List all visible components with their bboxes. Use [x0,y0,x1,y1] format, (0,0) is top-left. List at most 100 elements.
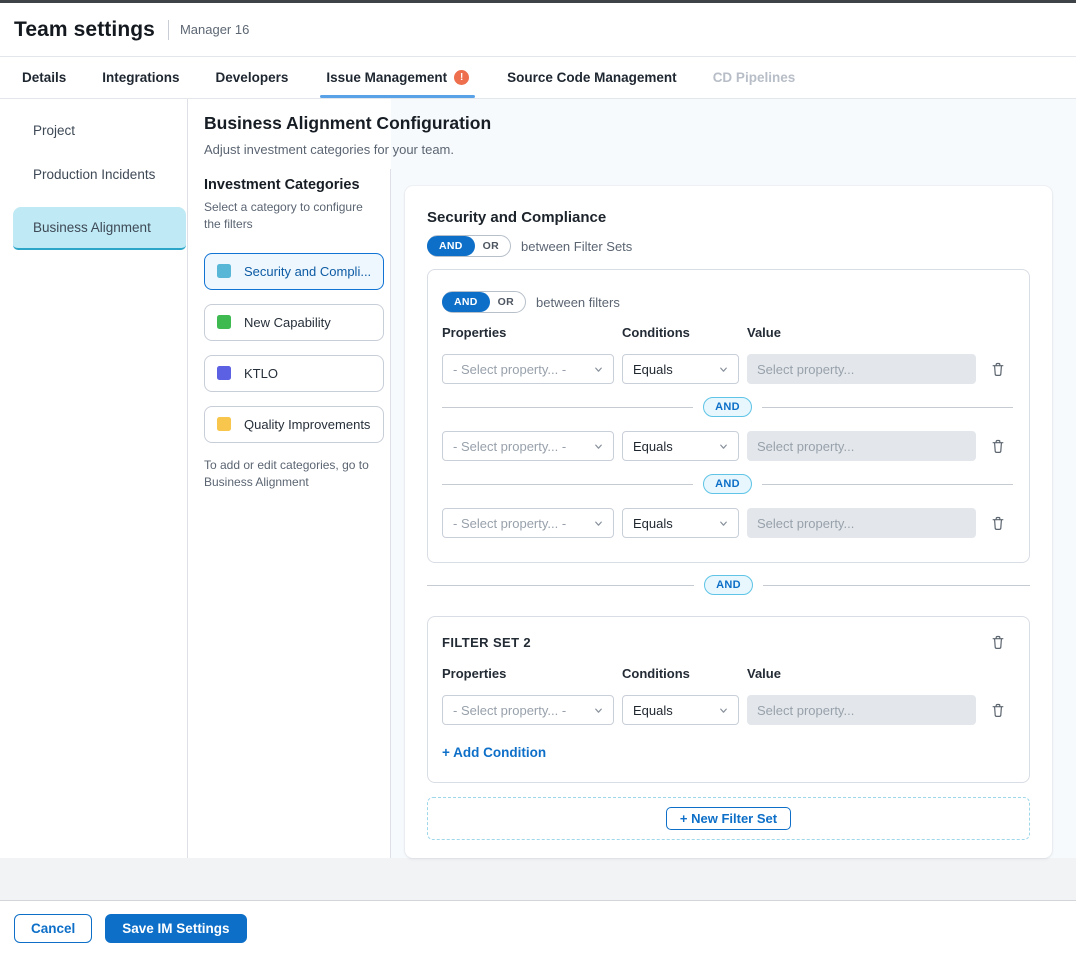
category-quality-improvements[interactable]: Quality Improvements [204,406,384,443]
category-label: New Capability [244,315,331,330]
chevron-down-icon [718,518,729,529]
condition-select[interactable]: Equals [622,508,739,538]
delete-filter-button[interactable] [988,513,1008,533]
property-select[interactable]: - Select property... - [442,431,614,461]
value-input[interactable] [747,431,976,461]
chevron-down-icon [593,441,604,452]
page-heading: Business Alignment Configuration Adjust … [204,113,491,157]
between-filter-sets-label: between Filter Sets [521,239,632,254]
column-headers: Properties Conditions Value [442,666,1013,681]
trash-icon [990,702,1006,718]
category-color-swatch [217,315,231,329]
toggle-and-option[interactable]: AND [442,292,490,312]
page-subtitle: Adjust investment categories for your te… [204,142,491,157]
property-select[interactable]: - Select property... - [442,508,614,538]
chevron-down-icon [593,518,604,529]
between-filters-label: between filters [536,295,620,310]
chevron-down-icon [718,705,729,716]
value-input[interactable] [747,354,976,384]
categories-subtitle: Select a category to configure the filte… [204,199,374,233]
category-label: KTLO [244,366,278,381]
and-or-toggle-sets[interactable]: AND OR [427,235,511,257]
trash-icon [990,438,1006,454]
value-column-header: Value [747,666,976,681]
sidebar-item-production-incidents[interactable]: Production Incidents [13,154,186,197]
warning-badge-icon: ! [454,70,469,85]
tab-source-code-management[interactable]: Source Code Management [507,57,677,98]
condition-select[interactable]: Equals [622,354,739,384]
category-label: Quality Improvements [244,417,370,432]
filter-row: - Select property... - Equals [442,508,1013,538]
tab-developers[interactable]: Developers [216,57,289,98]
and-or-toggle-filters[interactable]: AND OR [442,291,526,313]
filter-row: - Select property... - Equals [442,431,1013,461]
tab-issue-management[interactable]: Issue Management ! [324,57,471,98]
title-separator [168,20,169,40]
toggle-or-option[interactable]: OR [489,292,525,312]
filter-configuration-panel: Security and Compliance AND OR between F… [405,186,1052,858]
row-connector: AND [442,397,1013,417]
category-new-capability[interactable]: New Capability [204,304,384,341]
category-ktlo[interactable]: KTLO [204,355,384,392]
new-filter-set-zone: + New Filter Set [427,797,1030,840]
trash-icon [990,361,1006,377]
app-header: Team settings Manager 16 [0,3,1076,57]
filter-set-connector: AND [427,575,1030,595]
team-settings-screen: Team settings Manager 16 Details Integra… [0,0,1076,956]
category-color-swatch [217,417,231,431]
chevron-down-icon [593,364,604,375]
investment-categories-column: Investment Categories Select a category … [188,99,391,858]
add-condition-button[interactable]: + Add Condition [442,745,546,760]
filter-set-2-header: FILTER SET 2 [442,632,1013,652]
value-input[interactable] [747,508,976,538]
filter-sets-operator-row: AND OR between Filter Sets [427,235,1030,257]
category-label: Security and Compli... [244,264,371,279]
categories-footnote: To add or edit categories, go to Busines… [204,457,374,492]
row-connector: AND [442,474,1013,494]
properties-column-header: Properties [442,325,614,340]
category-security-and-compliance[interactable]: Security and Compli... [204,253,384,290]
new-filter-set-button[interactable]: + New Filter Set [666,807,791,830]
filter-set-2-title: FILTER SET 2 [442,632,531,650]
value-input[interactable] [747,695,976,725]
conditions-column-header: Conditions [622,325,739,340]
save-im-settings-button[interactable]: Save IM Settings [105,914,246,943]
selected-category-title: Security and Compliance [427,209,1030,226]
cancel-button[interactable]: Cancel [14,914,92,943]
property-select[interactable]: - Select property... - [442,695,614,725]
tab-integrations[interactable]: Integrations [102,57,179,98]
categories-panel: Investment Categories Select a category … [188,169,391,858]
properties-column-header: Properties [442,666,614,681]
delete-filter-set-button[interactable] [988,632,1008,652]
delete-filter-button[interactable] [988,700,1008,720]
main-section: Business Alignment Configuration Adjust … [188,99,1076,858]
delete-filter-button[interactable] [988,436,1008,456]
categories-title: Investment Categories [204,177,374,193]
trash-icon [990,515,1006,531]
settings-tabbar: Details Integrations Developers Issue Ma… [0,57,1076,99]
settings-sidebar: Project Production Incidents Business Al… [0,99,188,858]
toggle-or-option[interactable]: OR [474,236,510,256]
filter-configuration-area: Security and Compliance AND OR between F… [391,99,1076,858]
filters-operator-row: AND OR between filters [442,291,1013,313]
property-select[interactable]: - Select property... - [442,354,614,384]
category-color-swatch [217,366,231,380]
sidebar-item-project[interactable]: Project [13,110,186,153]
delete-filter-button[interactable] [988,359,1008,379]
category-color-swatch [217,264,231,278]
conditions-column-header: Conditions [622,666,739,681]
sidebar-item-business-alignment[interactable]: Business Alignment [13,207,186,250]
filter-row: - Select property... - Equals [442,695,1013,725]
toggle-and-option[interactable]: AND [427,236,475,256]
condition-select[interactable]: Equals [622,431,739,461]
footer-actions: Cancel Save IM Settings [0,900,1076,956]
filter-row: - Select property... - Equals [442,354,1013,384]
chevron-down-icon [718,441,729,452]
tab-cd-pipelines: CD Pipelines [713,57,796,98]
tab-details[interactable]: Details [22,57,66,98]
content-area: Project Production Incidents Business Al… [0,99,1076,858]
filter-set-1-card: AND OR between filters Properties Condit… [427,269,1030,563]
and-connector-pill: AND [704,575,753,595]
and-connector-pill: AND [703,397,752,417]
condition-select[interactable]: Equals [622,695,739,725]
